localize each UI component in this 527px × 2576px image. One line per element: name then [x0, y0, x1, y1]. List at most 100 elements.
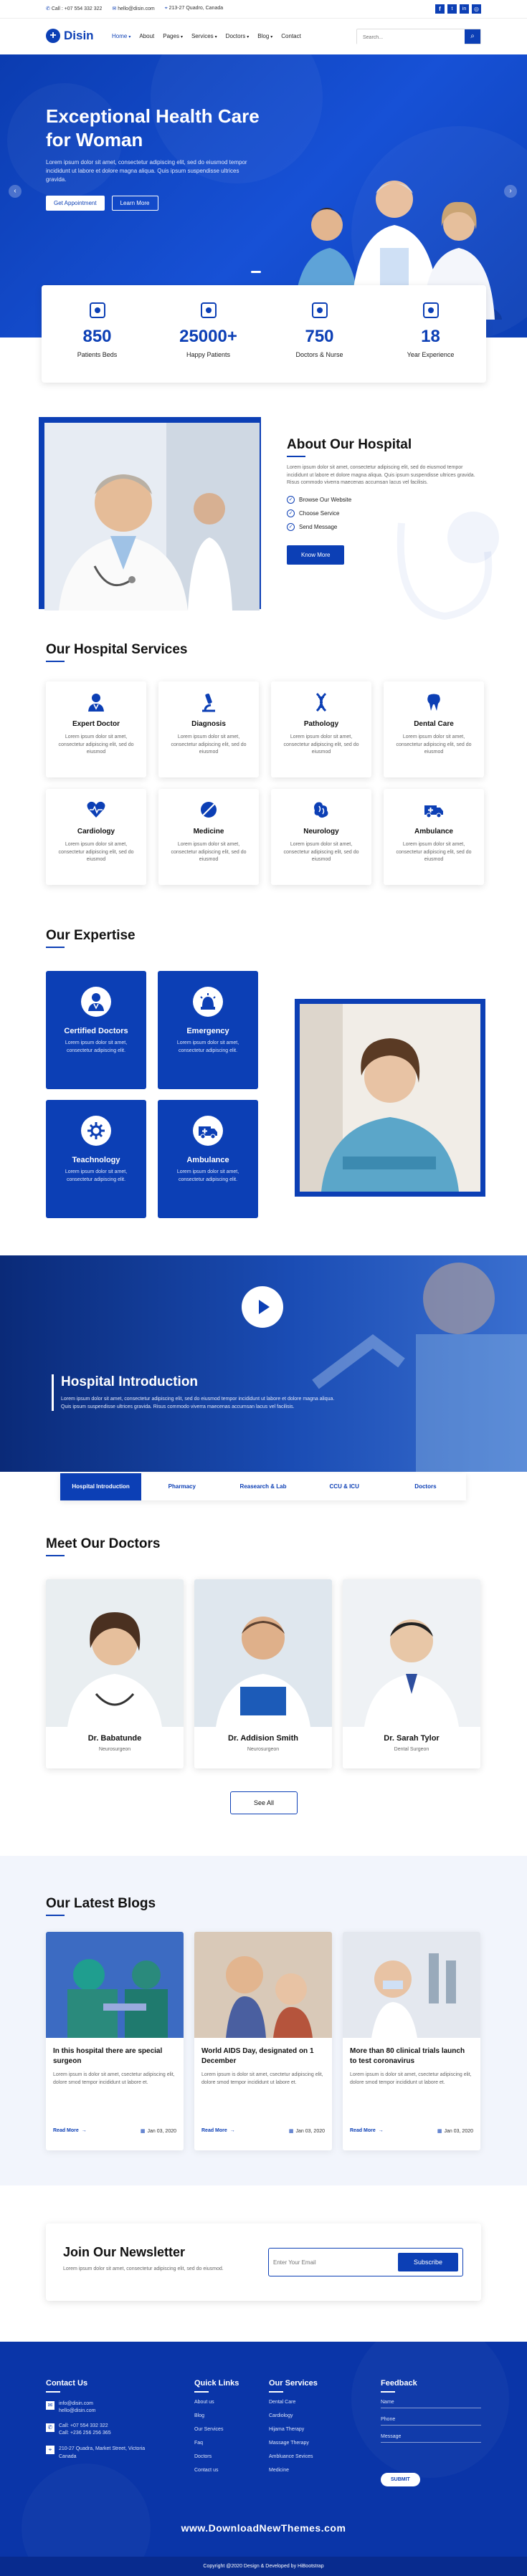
twitter-icon[interactable]: t	[447, 4, 457, 14]
newsletter-email-input[interactable]	[273, 2256, 388, 2269]
footer-service-link[interactable]: Dental Care	[269, 2400, 355, 2405]
about-text: Lorem ipsum dolor sit amet, consectetur …	[287, 465, 475, 485]
services-section: Our Hospital Services Expert Doctor Lorem…	[46, 642, 484, 885]
technology-icon	[81, 1116, 111, 1146]
service-card[interactable]: Expert Doctor Lorem ipsum dolor sit amet,…	[46, 681, 146, 777]
footer-phone-2[interactable]: Call: +236 256 256 365	[59, 2431, 111, 2436]
footer-service-link[interactable]: Medicine	[269, 2468, 355, 2473]
slider-indicator[interactable]	[251, 271, 261, 273]
learn-more-button[interactable]: Learn More	[111, 196, 158, 211]
feedback-message-field[interactable]: Message	[381, 2434, 481, 2439]
tab-ccu-icu[interactable]: CCU & ICU	[304, 1473, 385, 1500]
stat-value: 25000+	[179, 327, 237, 346]
footer-service-link[interactable]: Hijama Therapy	[269, 2427, 355, 2432]
blog-title[interactable]: World AIDS Day, designated on 1 December	[201, 2046, 325, 2066]
nav-item-about[interactable]: About	[139, 33, 154, 39]
tab-hospital-introduction[interactable]: Hospital Introduction	[60, 1473, 142, 1500]
nav-item-services[interactable]: Services ▾	[191, 33, 217, 39]
feedback-name-field[interactable]: Name	[381, 2400, 481, 2405]
know-more-button[interactable]: Know More	[287, 545, 345, 565]
blog-title[interactable]: More than 80 clinical trials launch to t…	[350, 2046, 473, 2066]
tab-doctors[interactable]: Doctors	[385, 1473, 466, 1500]
footer-link[interactable]: Our Services	[194, 2427, 266, 2432]
nav-item-pages[interactable]: Pages ▾	[163, 33, 183, 39]
subscribe-button[interactable]: Subscribe	[398, 2253, 458, 2271]
service-card[interactable]: Cardiology Lorem ipsum dolor sit amet, co…	[46, 789, 146, 885]
blog-title[interactable]: In this hospital there are special surge…	[53, 2046, 176, 2066]
expertise-card[interactable]: Certified Doctors Lorem ipsum dolor sit a…	[46, 971, 146, 1089]
nav-item-home[interactable]: Home ▾	[112, 33, 130, 39]
read-more-link[interactable]: Read More →	[201, 2128, 235, 2134]
footer-service-link[interactable]: Ambluance Sevices	[269, 2454, 355, 2459]
service-title: Dental Care	[414, 720, 454, 728]
service-card[interactable]: Dental Care Lorem ipsum dolor sit amet, c…	[384, 681, 484, 777]
search-button[interactable]: ⌕	[465, 29, 480, 44]
read-more-link[interactable]: Read More →	[53, 2128, 87, 2134]
nav-item-doctors[interactable]: Doctors ▾	[226, 33, 250, 39]
footer-contact: Contact Us ✉ info@disin.com hello@disin.c…	[46, 2379, 161, 2461]
chevron-down-icon: ▾	[247, 35, 250, 39]
footer-email-1[interactable]: info@disin.com	[59, 2401, 95, 2406]
footer-service-link[interactable]: Massage Therapy	[269, 2441, 355, 2446]
expertise-card[interactable]: Emergency Lorem ipsum dolor sit amet, con…	[158, 971, 258, 1089]
service-desc: Lorem ipsum dolor sit amet, consectetur …	[171, 734, 247, 755]
footer-link[interactable]: Doctors	[194, 2454, 266, 2459]
blog-excerpt: Lorem ipsum is dolor sit amet, csectetur…	[201, 2072, 323, 2085]
prev-slide-button[interactable]: ‹	[9, 185, 22, 198]
search-input[interactable]	[357, 30, 465, 45]
footer-phone-1[interactable]: Call: +07 554 332 322	[59, 2423, 111, 2428]
search-box: ⌕	[356, 29, 481, 45]
calendar-icon: ▦	[140, 2129, 146, 2134]
tab-pharmacy[interactable]: Pharmacy	[141, 1473, 222, 1500]
read-more-link[interactable]: Read More →	[350, 2128, 384, 2134]
get-appointment-button[interactable]: Get Appointment	[46, 196, 105, 211]
doctor-photo	[46, 1579, 184, 1727]
nav-item-blog[interactable]: Blog ▾	[257, 33, 272, 39]
service-card[interactable]: Diagnosis Lorem ipsum dolor sit amet, con…	[158, 681, 259, 777]
expertise-card[interactable]: Teachnology Lorem ipsum dolor sit amet, c…	[46, 1100, 146, 1218]
footer-link[interactable]: About us	[194, 2400, 266, 2405]
play-video-button[interactable]	[242, 1286, 283, 1328]
about-list-item: ✓ Browse Our Website	[287, 495, 482, 504]
doctor-role: Neurosurgeon	[247, 1747, 280, 1752]
chevron-down-icon: ▾	[214, 35, 217, 39]
topbar-phone[interactable]: ✆ Call : +07 554 332 322	[46, 6, 102, 11]
copyright-text: Copyright @2020 Design & Developed by Hi…	[203, 2564, 324, 2569]
expertise-desc: Lorem ipsum dolor sit amet, consectetur …	[65, 1169, 128, 1182]
footer-link[interactable]: Faq	[194, 2441, 266, 2446]
services-title: Our Hospital Services	[46, 642, 481, 662]
doctor-name: Dr. Addision Smith	[228, 1734, 298, 1743]
see-all-button[interactable]: See All	[230, 1791, 298, 1814]
service-card[interactable]: Medicine Lorem ipsum dolor sit amet, cons…	[158, 789, 259, 885]
footer-link[interactable]: Blog	[194, 2413, 266, 2418]
ambulance-icon	[193, 1116, 223, 1146]
doctor-card[interactable]: Dr. Sarah Tylor Dental Surgeon	[343, 1579, 480, 1768]
blog-card[interactable]: In this hospital there are special surge…	[46, 1932, 184, 2150]
doctors-title: Meet Our Doctors	[46, 1536, 481, 1556]
doctors-section: Meet Our Doctors Dr. Babatunde Neurosurge…	[46, 1536, 481, 1814]
expertise-card[interactable]: Ambulance Lorem ipsum dolor sit amet, con…	[158, 1100, 258, 1218]
doctor-card[interactable]: Dr. Babatunde Neurosurgeon	[46, 1579, 184, 1768]
service-card[interactable]: Neurology Lorem ipsum dolor sit amet, con…	[271, 789, 371, 885]
next-slide-button[interactable]: ›	[504, 185, 517, 198]
service-card[interactable]: Pathology Lorem ipsum dolor sit amet, con…	[271, 681, 371, 777]
feedback-phone-field[interactable]: Phone	[381, 2417, 481, 2422]
topbar-email[interactable]: ✉ hello@disin.com	[112, 6, 154, 11]
feedback-submit-button[interactable]: SUBMIT	[381, 2473, 420, 2486]
microscope-icon	[198, 691, 219, 713]
doctor-card[interactable]: Dr. Addision Smith Neurosurgeon	[194, 1579, 332, 1768]
footer: Contact Us ✉ info@disin.com hello@disin.c…	[0, 2342, 527, 2576]
linkedin-icon[interactable]: in	[460, 4, 469, 14]
service-card[interactable]: Ambulance Lorem ipsum dolor sit amet, con…	[384, 789, 484, 885]
footer-service-link[interactable]: Cardiology	[269, 2413, 355, 2418]
logo[interactable]: + Disin	[46, 29, 94, 43]
instagram-icon[interactable]: ◎	[472, 4, 481, 14]
footer-email-2[interactable]: hello@disin.com	[59, 2408, 95, 2413]
blog-card[interactable]: World AIDS Day, designated on 1 December…	[194, 1932, 332, 2150]
nav-item-contact[interactable]: Contact	[281, 33, 301, 39]
footer-link[interactable]: Contact us	[194, 2468, 266, 2473]
mail-icon: ✉	[46, 2401, 54, 2410]
blog-card[interactable]: More than 80 clinical trials launch to t…	[343, 1932, 480, 2150]
facebook-icon[interactable]: f	[435, 4, 445, 14]
tab-reasearch-lab[interactable]: Reasearch & Lab	[222, 1473, 303, 1500]
